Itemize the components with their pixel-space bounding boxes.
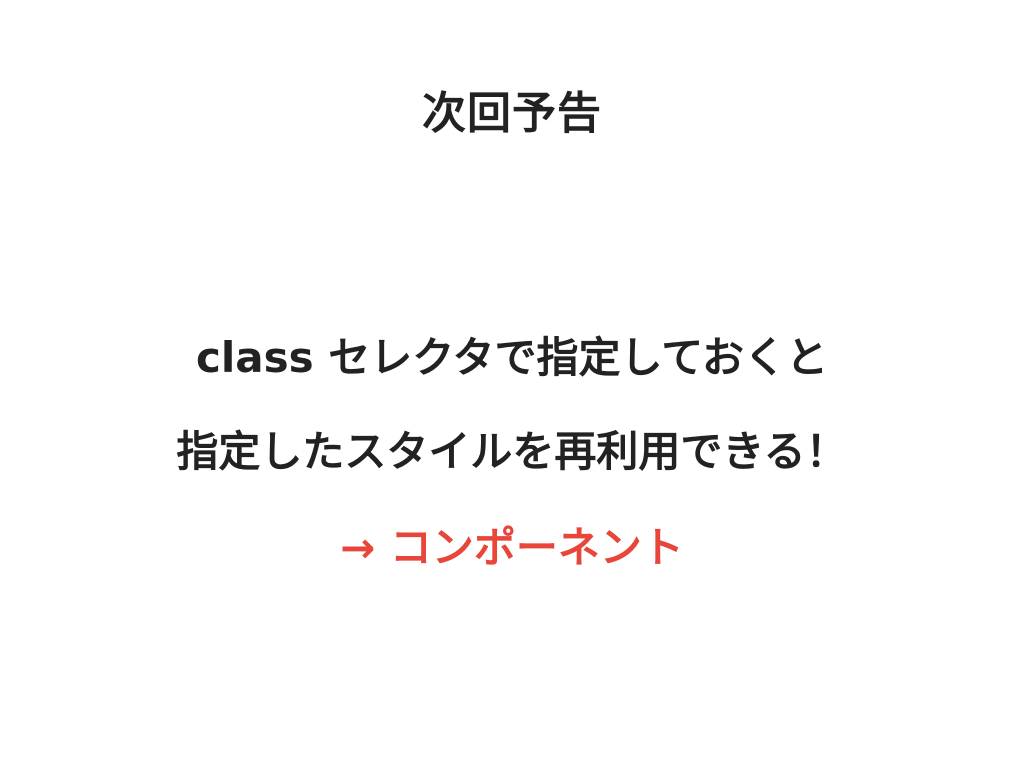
body-line-2: 指定したスタイルを再利用できる！ [176,427,848,476]
highlight-line: → コンポーネント [340,523,684,572]
slide: 次回予告 class セレクタで指定しておくと 指定したスタイルを再利用できる！… [0,0,1024,768]
body-line-1: class セレクタで指定しておくと [195,333,829,382]
slide-title: 次回予告 [422,88,602,139]
